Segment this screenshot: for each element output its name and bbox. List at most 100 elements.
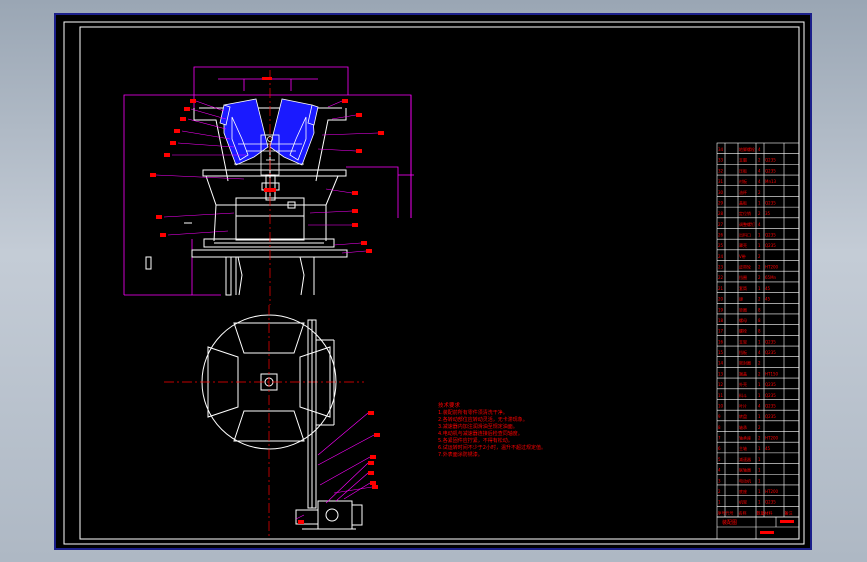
- parts-row-number: 22: [718, 275, 724, 280]
- parts-row-number: 7: [718, 436, 721, 441]
- parts-row-name: 外壳: [739, 381, 747, 387]
- parts-row-name: 密封圈: [739, 360, 751, 366]
- parts-row-qty: 2: [758, 211, 761, 216]
- parts-row-number: 25: [718, 243, 724, 248]
- parts-row-name: 盖板: [739, 199, 747, 205]
- parts-row-qty: 1: [758, 393, 761, 398]
- parts-row-number: 16: [718, 339, 724, 344]
- parts-row-qty: 2: [758, 371, 761, 376]
- parts-row-qty: 2: [758, 190, 761, 195]
- parts-row-material: Mn13: [765, 179, 777, 184]
- parts-row-name: 端盖: [739, 370, 747, 376]
- parts-row-name: 螺母: [739, 317, 747, 323]
- parts-row-number: 32: [718, 168, 724, 173]
- parts-row-qty: 8: [758, 307, 761, 312]
- parts-row-number: 6: [718, 446, 721, 451]
- parts-row-qty: 4: [758, 350, 761, 355]
- parts-row-name: 衬板: [739, 178, 747, 184]
- parts-row-number: 9: [718, 414, 721, 419]
- parts-row-qty: 1: [758, 500, 761, 505]
- parts-row-name: V带: [739, 254, 746, 259]
- parts-row-qty: 2: [758, 436, 761, 441]
- parts-row-number: 11: [718, 393, 724, 398]
- drawing-frame: [63, 21, 805, 545]
- parts-row-name: 皮带轮: [739, 264, 751, 270]
- parts-row-name: 减速器: [739, 456, 751, 462]
- parts-row-name: 调整螺钉: [739, 221, 755, 227]
- parts-row-number: 27: [718, 222, 724, 227]
- parts-row-name: 垫圈: [739, 306, 747, 312]
- parts-row-material: Q235: [765, 500, 776, 505]
- parts-row-number: 4: [718, 468, 721, 473]
- parts-row-qty: 4: [758, 403, 761, 408]
- parts-row-qty: 2: [758, 361, 761, 366]
- notes-line-7: 7.外表面涂防锈漆。: [438, 451, 483, 458]
- parts-row-qty: 2: [758, 158, 761, 163]
- motor-reducer: [295, 500, 363, 530]
- parts-row-number: 30: [718, 190, 724, 195]
- notes-line-4: 4.电动机与减速器连接后检查同轴度。: [438, 430, 523, 437]
- parts-row-number: 12: [718, 382, 724, 387]
- parts-row-name: 地脚螺栓: [739, 146, 755, 152]
- parts-row-material: HT200: [765, 265, 779, 270]
- parts-row-number: 19: [718, 307, 724, 312]
- parts-row-material: Q235: [765, 233, 776, 238]
- parts-row-number: 33: [718, 158, 724, 163]
- notes-line-3: 3.减速器内加注润滑油至规定油面。: [438, 423, 518, 430]
- parts-row-material: Q235: [765, 200, 776, 205]
- parts-row-qty: 8: [758, 329, 761, 334]
- part-number-balloons: [150, 77, 384, 253]
- parts-row-material: HT150: [765, 371, 779, 376]
- parts-table-header: 名称: [739, 509, 747, 515]
- technical-notes: 技术要求 1.装配前所有零件须清洗干净。 2.各转动部位应转动灵活，无卡滞现象。…: [438, 401, 546, 458]
- parts-row-qty: 1: [758, 468, 761, 473]
- cad-drawing: 技术要求 1.装配前所有零件须清洗干净。 2.各转动部位应转动灵活，无卡滞现象。…: [63, 21, 805, 545]
- parts-row-qty: 1: [758, 414, 761, 419]
- parts-row-material: Q235: [765, 158, 776, 163]
- parts-row-number: 31: [718, 179, 724, 184]
- parts-row-name: 挡圈: [739, 274, 747, 280]
- parts-row-number: 3: [718, 478, 721, 483]
- parts-row-name: 支腿: [739, 157, 747, 163]
- parts-row-number: 28: [718, 211, 724, 216]
- parts-row-number: 2: [718, 489, 721, 494]
- parts-row-number: 18: [718, 318, 724, 323]
- parts-row-name: 挡板: [739, 349, 747, 355]
- parts-row-material: Q235: [765, 393, 776, 398]
- parts-row-qty: 2: [758, 297, 761, 302]
- parts-row-number: 26: [718, 233, 724, 238]
- parts-row-qty: 4: [758, 222, 761, 227]
- cad-viewport[interactable]: 技术要求 1.装配前所有零件须清洗干净。 2.各转动部位应转动灵活，无卡滞现象。…: [54, 13, 812, 550]
- parts-row-name: 联轴器: [739, 467, 751, 473]
- right-leaders: [308, 100, 379, 254]
- parts-row-number: 21: [718, 286, 724, 291]
- parts-row-number: 24: [718, 254, 724, 259]
- parts-row-material: 45: [765, 297, 771, 302]
- plan-view: [164, 305, 380, 537]
- notes-line-2: 2.各转动部位应转动灵活，无卡滞现象。: [438, 416, 528, 423]
- parts-row-qty: 1: [758, 478, 761, 483]
- parts-row-material: 45: [765, 446, 771, 451]
- parts-row-number: 23: [718, 265, 724, 270]
- parts-row-name: 机架: [739, 499, 747, 505]
- parts-row-qty: 1: [758, 339, 761, 344]
- parts-row-qty: 4: [758, 179, 761, 184]
- parts-row-number: 29: [718, 200, 724, 205]
- parts-table-header: 材料: [765, 509, 773, 515]
- parts-table-header: 代号: [726, 509, 734, 515]
- parts-table-header: 数量: [757, 509, 765, 515]
- parts-row-qty: 1: [758, 457, 761, 462]
- parts-row-qty: 2: [758, 425, 761, 430]
- parts-row-material: Q235: [765, 243, 776, 248]
- parts-row-name: 罩壳: [739, 242, 747, 248]
- parts-row-qty: 1: [758, 233, 761, 238]
- parts-row-number: 8: [718, 425, 721, 430]
- parts-row-name: 电动机: [739, 477, 751, 483]
- parts-row-qty: 2: [758, 265, 761, 270]
- parts-row-number: 15: [718, 350, 724, 355]
- parts-row-material: Q235: [765, 168, 776, 173]
- notes-line-1: 1.装配前所有零件须清洗干净。: [438, 409, 508, 416]
- notes-line-5: 5.各紧固件应拧紧，不得有松动。: [438, 437, 513, 444]
- parts-row-material: Q235: [765, 414, 776, 419]
- parts-row-number: 20: [718, 297, 724, 302]
